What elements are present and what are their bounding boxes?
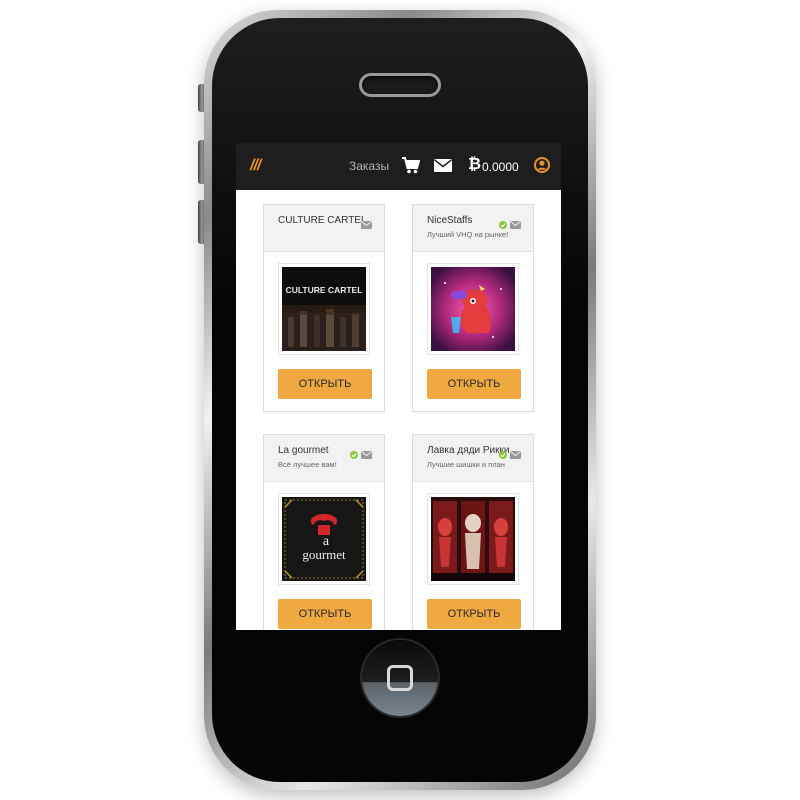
orders-link[interactable]: Заказы	[349, 159, 389, 173]
shop-description: Лучшие шишки и план	[427, 460, 505, 469]
shop-card: NiceStaffs Лучший VHQ на рынке! ОТКРЫТЬ	[412, 204, 534, 412]
shop-name[interactable]: La gourmet	[278, 445, 329, 456]
verified-check-icon	[350, 446, 358, 464]
earpiece-speaker	[359, 73, 441, 97]
open-shop-button[interactable]: ОТКРЫТЬ	[427, 599, 521, 629]
home-button-icon	[387, 665, 413, 691]
message-icon[interactable]	[361, 446, 372, 464]
menu-toggle[interactable]: ///	[250, 157, 261, 175]
shop-card: Лавка дяди Рикки Лучшие шишки и план ОТК…	[412, 434, 534, 630]
shop-card: La gourmet Всё лучшее вам! a gourmet ОТК…	[263, 434, 385, 630]
shop-logo-text: CULTURE CARTEL	[286, 285, 363, 295]
user-icon[interactable]	[534, 157, 550, 178]
mail-icon[interactable]	[434, 159, 452, 177]
shop-description: Всё лучшее вам!	[278, 460, 337, 469]
message-icon[interactable]	[510, 216, 521, 234]
shop-logo[interactable]	[427, 263, 519, 355]
shop-card-header: CULTURE CARTEL	[264, 205, 384, 252]
top-navbar: /// Заказы ₿ 0.0000	[236, 143, 561, 190]
message-icon[interactable]	[361, 216, 372, 234]
shop-card: CULTURE CARTEL CULTURE CARTEL ОТКРЫТЬ	[263, 204, 385, 412]
verified-check-icon	[499, 216, 507, 234]
shop-description: Лучший VHQ на рынке!	[427, 230, 509, 239]
shop-card-header: La gourmet Всё лучшее вам!	[264, 435, 384, 482]
open-shop-button[interactable]: ОТКРЫТЬ	[278, 599, 372, 629]
shop-card-header: Лавка дяди Рикки Лучшие шишки и план	[413, 435, 533, 482]
phone-screen: /// Заказы ₿ 0.0000 CULTURE CARTEL CULTU…	[236, 143, 561, 630]
shop-logo[interactable]: CULTURE CARTEL	[278, 263, 370, 355]
open-shop-button[interactable]: ОТКРЫТЬ	[427, 369, 521, 399]
shop-logo[interactable]: a gourmet	[278, 493, 370, 585]
shop-name[interactable]: Лавка дяди Рикки	[427, 445, 509, 456]
btc-balance[interactable]: 0.0000	[482, 160, 519, 174]
cart-icon[interactable]	[402, 157, 421, 179]
bitcoin-icon: ₿	[468, 156, 482, 173]
shop-name[interactable]: NiceStaffs	[427, 215, 472, 226]
shop-logo[interactable]	[427, 493, 519, 585]
message-icon[interactable]	[510, 446, 521, 464]
open-shop-button[interactable]: ОТКРЫТЬ	[278, 369, 372, 399]
shop-name[interactable]: CULTURE CARTEL	[278, 215, 367, 226]
shop-logo-text: gourmet	[302, 547, 346, 562]
verified-check-icon	[499, 446, 507, 464]
shop-card-header: NiceStaffs Лучший VHQ на рынке!	[413, 205, 533, 252]
